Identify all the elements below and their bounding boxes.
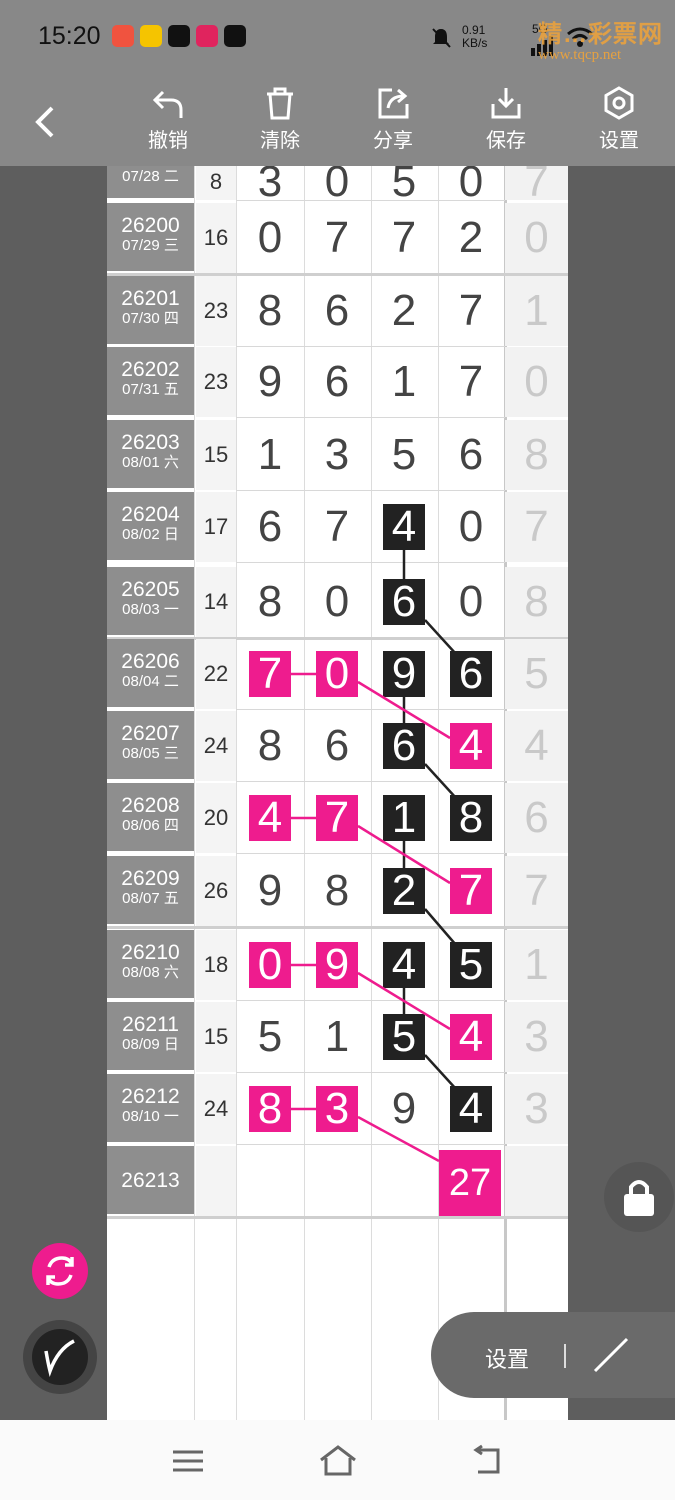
prediction-box[interactable]: 27	[439, 1150, 501, 1216]
undo-icon	[152, 90, 183, 118]
notification-icons	[112, 25, 246, 47]
app-icon	[112, 25, 134, 47]
undo-label: 撤销	[148, 130, 188, 152]
app-icon	[196, 25, 218, 47]
clear-button[interactable]: 清除	[245, 86, 315, 153]
lock-icon	[624, 1180, 654, 1216]
pen-icon	[44, 1339, 75, 1377]
trend-line	[357, 680, 451, 740]
undo-button[interactable]: 撤销	[133, 86, 203, 153]
trend-line	[424, 619, 457, 655]
trash-icon	[267, 87, 293, 120]
lock-button[interactable]	[604, 1162, 674, 1232]
settings-icon	[604, 86, 634, 120]
tiktok-icon	[224, 25, 246, 47]
pen-inner	[32, 1329, 88, 1385]
watermark: 精…彩票网 www.tqcp.net	[538, 21, 663, 63]
toolbar: 撤销 清除 分享 保存 设置	[0, 80, 675, 166]
pen-button[interactable]	[23, 1320, 97, 1394]
pill-settings-label[interactable]: 设置	[485, 1342, 529, 1374]
share-button[interactable]: 分享	[358, 86, 428, 153]
save-button[interactable]: 保存	[471, 86, 541, 153]
line-tool-icon[interactable]	[591, 1335, 631, 1375]
settings-button[interactable]: 设置	[584, 86, 654, 153]
save-label: 保存	[486, 130, 526, 152]
status-bar: 15:20 0.91 KB/s 5G 精…彩票网 www.tqcp.net	[0, 0, 675, 80]
settings-label: 设置	[599, 130, 639, 152]
menu-icon[interactable]	[170, 1446, 206, 1476]
refresh-button[interactable]	[32, 1243, 88, 1299]
net-speed: 0.91 KB/s	[462, 23, 488, 50]
share-label: 分享	[373, 130, 413, 152]
trend-line	[424, 908, 457, 946]
mute-icon	[432, 28, 451, 48]
trend-line	[357, 1115, 440, 1163]
number-grid: 07/28 二 8 3 0 5 0 7 26200 07/29 三 16 0 7 7 2 0 26201 07/…	[107, 166, 568, 1420]
home-icon[interactable]	[318, 1444, 358, 1478]
status-time: 15:20	[38, 22, 101, 50]
trend-lines	[291, 550, 457, 1163]
refresh-icon	[46, 1256, 74, 1286]
app-icon	[140, 25, 162, 47]
settings-pill[interactable]: 设置	[431, 1312, 675, 1398]
save-icon	[491, 88, 521, 119]
back-icon[interactable]	[30, 102, 60, 142]
pill-separator	[564, 1344, 566, 1368]
clear-label: 清除	[260, 130, 300, 152]
trend-line	[424, 763, 457, 799]
nav-bar	[0, 1420, 675, 1500]
trend-line	[424, 1054, 457, 1090]
trend-line	[357, 824, 451, 885]
back-nav-icon[interactable]	[468, 1444, 508, 1478]
trend-line	[357, 971, 451, 1031]
share-icon	[378, 88, 409, 119]
tiktok-icon	[168, 25, 190, 47]
